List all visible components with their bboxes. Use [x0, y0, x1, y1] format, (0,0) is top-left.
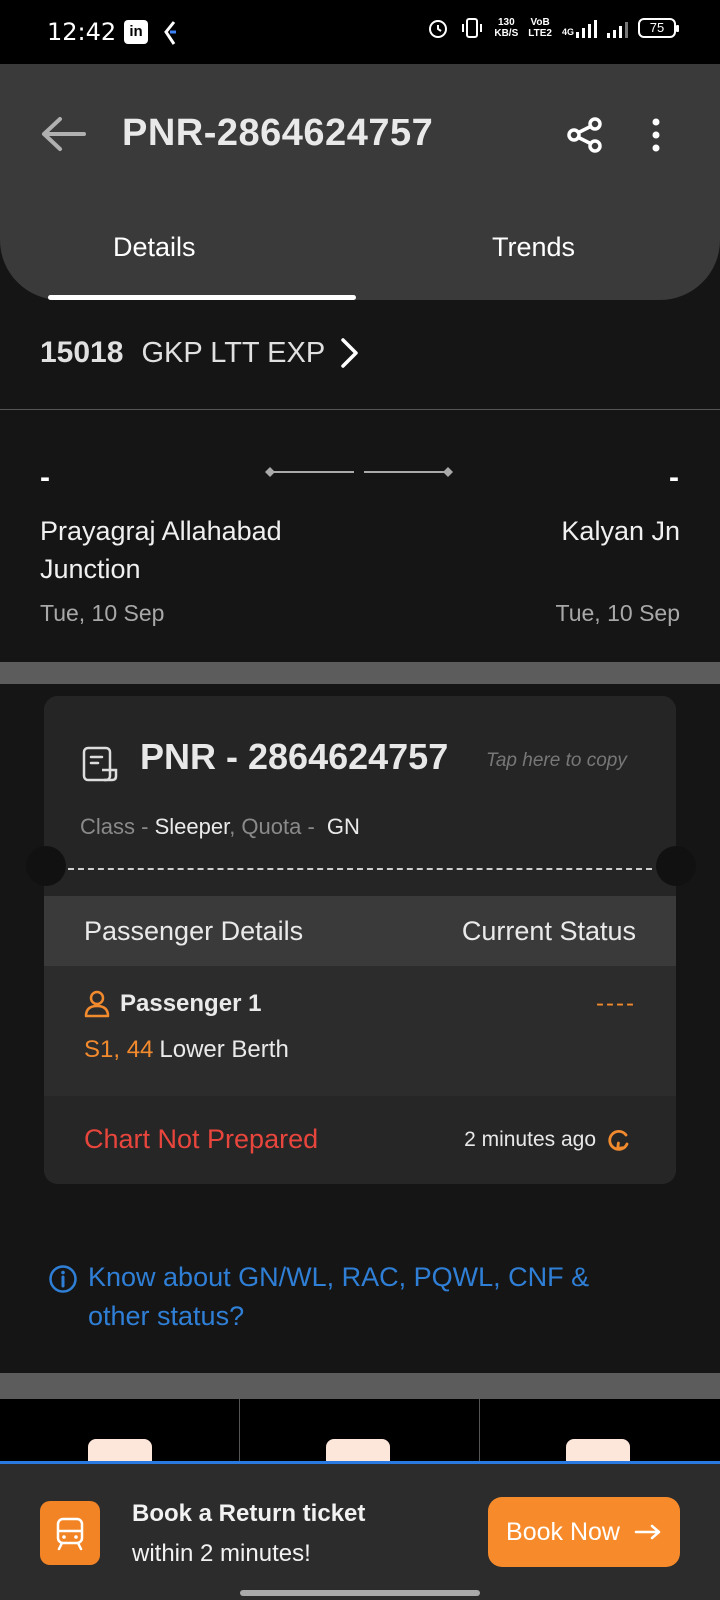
- book-now-button[interactable]: Book Now: [488, 1497, 680, 1567]
- banner-subline: within 2 minutes!: [132, 1540, 311, 1567]
- current-status-header: Current Status: [461, 916, 636, 946]
- to-station: Kalyan Jn: [561, 516, 680, 546]
- coach-seat: S1, 44: [84, 1036, 154, 1063]
- to-date: Tue, 10 Sep: [555, 600, 680, 626]
- ticket-notch-right: [656, 846, 696, 886]
- arrival-time: -: [669, 461, 679, 494]
- copy-hint[interactable]: Tap here to copy: [486, 750, 646, 772]
- quota-label: , Quota -: [229, 814, 321, 839]
- more-vert-icon[interactable]: [640, 116, 672, 154]
- ticket-card: PNR - 2864624757 Tap here to copy Class …: [44, 696, 676, 1184]
- back-arrow-icon[interactable]: [40, 116, 86, 152]
- volte-indicator: VoB LTE2: [528, 17, 552, 39]
- ticket-perforation: [68, 868, 652, 870]
- net-speed-value: 130: [497, 17, 515, 28]
- berth-info: S1, 44 Lower Berth: [84, 1036, 289, 1064]
- battery-icon: 75: [638, 18, 679, 38]
- signal-bars-2-icon: [607, 18, 628, 38]
- signal-1: 4G: [562, 18, 597, 38]
- chevron-right-icon: [341, 338, 358, 368]
- quota-value: GN: [326, 814, 360, 839]
- train-icon: [40, 1501, 100, 1565]
- page-title: PNR-2864624757: [122, 112, 434, 154]
- net-speed-unit: KB/S: [494, 28, 519, 39]
- tab-trends[interactable]: Trends: [492, 232, 575, 263]
- book-return-banner: Book a Return ticket within 2 minutes! B…: [0, 1461, 720, 1600]
- person-icon: [84, 990, 110, 1018]
- divider: [0, 409, 720, 410]
- active-tab-indicator: [48, 295, 356, 300]
- passenger-row: Passenger 1 ---- S1, 44 Lower Berth: [44, 966, 676, 1096]
- passenger-name: Passenger 1: [120, 990, 262, 1017]
- book-now-label: Book Now: [506, 1517, 620, 1546]
- grid-divider: [479, 1399, 480, 1463]
- status-info-link[interactable]: Know about GN/WL, RAC, PQWL, CNF & other…: [88, 1258, 648, 1336]
- train-info-row[interactable]: 15018 GKP LTT EXP: [40, 336, 361, 370]
- arrow-right-icon: [634, 1524, 661, 1540]
- volte-bottom: LTE2: [528, 28, 552, 39]
- class-quota-row: Class - Sleeper, Quota - GN: [80, 814, 360, 840]
- tab-details[interactable]: Details: [113, 232, 196, 263]
- section-separator: [0, 1373, 720, 1399]
- train-name: GKP LTT EXP: [141, 336, 326, 369]
- from-station: Prayagraj Allahabad Junction: [40, 516, 282, 584]
- pnr-number: PNR - 2864624757: [140, 736, 449, 777]
- banner-headline: Book a Return ticket: [132, 1500, 366, 1527]
- status-time: 12:42: [47, 18, 117, 46]
- section-separator: [0, 662, 720, 684]
- ticket-notch-left: [26, 846, 66, 886]
- info-icon: [49, 1265, 77, 1293]
- class-value: Sleeper: [154, 814, 230, 839]
- ticket-document-icon: [82, 746, 118, 782]
- passenger-details-header: Passenger Details: [84, 916, 304, 946]
- berth-type: Lower Berth: [159, 1036, 289, 1063]
- alarm-icon: [429, 20, 448, 38]
- route-line-icon: [265, 467, 453, 477]
- passenger-table-header: Passenger Details Current Status: [44, 896, 676, 966]
- departure-time: -: [40, 461, 50, 494]
- k-app-icon: [164, 21, 176, 45]
- train-glyph-icon: [56, 1517, 84, 1551]
- refresh-icon[interactable]: [606, 1128, 632, 1154]
- network-type: 4G: [561, 27, 574, 37]
- share-icon[interactable]: [566, 116, 604, 154]
- chart-status: Chart Not Prepared: [84, 1124, 319, 1154]
- passenger-status: ----: [596, 990, 636, 1017]
- home-indicator[interactable]: [240, 1590, 480, 1596]
- ticket-header[interactable]: PNR - 2864624757 Tap here to copy Class …: [44, 696, 676, 896]
- volte-top: VoB: [530, 17, 550, 28]
- quick-actions-grid: [0, 1399, 720, 1469]
- from-date: Tue, 10 Sep: [40, 600, 165, 626]
- last-updated: 2 minutes ago: [464, 1128, 596, 1151]
- class-label: Class -: [80, 814, 155, 839]
- linkedin-icon: in: [124, 20, 148, 44]
- status-icons: 130 KB/S VoB LTE2 4G 75: [426, 16, 679, 40]
- chart-status-row: Chart Not Prepared 2 minutes ago: [44, 1096, 676, 1184]
- status-bar: 12:42 in 130 KB/S VoB LTE2 4G 75: [0, 0, 720, 64]
- grid-divider: [239, 1399, 240, 1463]
- vibrate-icon: [462, 18, 483, 38]
- train-number: 15018: [40, 336, 124, 369]
- app-header: PNR-2864624757 Details Trends: [0, 64, 720, 300]
- signal-bars-icon: [576, 18, 597, 38]
- net-speed: 130 KB/S: [494, 17, 518, 39]
